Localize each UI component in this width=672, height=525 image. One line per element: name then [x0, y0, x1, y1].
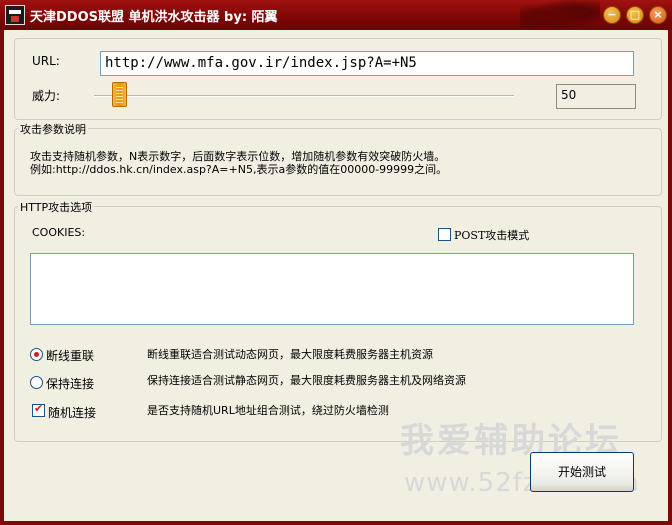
app-window: 天津DDOS联盟 单机洪水攻击器 by: 陌翼 − □ × URL: http:…: [0, 0, 672, 525]
title-bar[interactable]: 天津DDOS联盟 单机洪水攻击器 by: 陌翼 − □ ×: [0, 0, 672, 30]
random-connect-label[interactable]: 随机连接: [48, 404, 96, 421]
random-connect-checkbox[interactable]: [32, 402, 45, 417]
post-mode-label[interactable]: POST攻击模式: [454, 227, 529, 243]
power-value-box: 50: [556, 84, 636, 109]
url-input[interactable]: http://www.mfa.gov.ir/index.jsp?A=+N5: [100, 51, 634, 76]
http-options-group-title: HTTP攻击选项: [18, 199, 95, 215]
cookies-label: COOKIES:: [32, 226, 86, 239]
power-label: 威力:: [32, 89, 61, 103]
close-button[interactable]: ×: [649, 6, 667, 24]
reconnect-description: 断线重联适合测试动态网页，最大限度耗费服务器主机资源: [147, 348, 433, 361]
params-group-title: 攻击参数说明: [18, 121, 88, 137]
power-slider-track[interactable]: [94, 95, 514, 97]
titlebar-decoration: [520, 0, 600, 30]
url-label: URL:: [32, 54, 60, 68]
client-area: URL: http://www.mfa.gov.ir/index.jsp?A=+…: [4, 30, 668, 521]
keepalive-label[interactable]: 保持连接: [46, 375, 94, 392]
app-logo-icon: [5, 5, 25, 25]
random-connect-description: 是否支持随机URL地址组合测试，绕过防火墙检测: [147, 404, 389, 417]
power-slider-thumb[interactable]: [112, 82, 127, 107]
keepalive-radio[interactable]: [30, 376, 43, 389]
params-description-line-1: 攻击支持随机参数，N表示数字，后面数字表示位数，增加随机参数有效突破防火墙。: [30, 150, 446, 163]
params-description-line-2: 例如:http://ddos.hk.cn/index.asp?A=+N5,表示a…: [30, 163, 448, 176]
reconnect-radio[interactable]: [30, 348, 43, 361]
reconnect-label[interactable]: 断线重联: [46, 347, 94, 364]
cookies-textarea[interactable]: [30, 253, 634, 325]
keepalive-description: 保持连接适合测试静态网页，最大限度耗费服务器主机及网络资源: [147, 374, 466, 387]
start-test-button[interactable]: 开始测试: [530, 452, 634, 492]
minimize-button[interactable]: −: [603, 6, 621, 24]
window-title: 天津DDOS联盟 单机洪水攻击器 by: 陌翼: [30, 10, 278, 25]
maximize-button[interactable]: □: [626, 6, 644, 24]
post-mode-checkbox[interactable]: [438, 228, 451, 241]
